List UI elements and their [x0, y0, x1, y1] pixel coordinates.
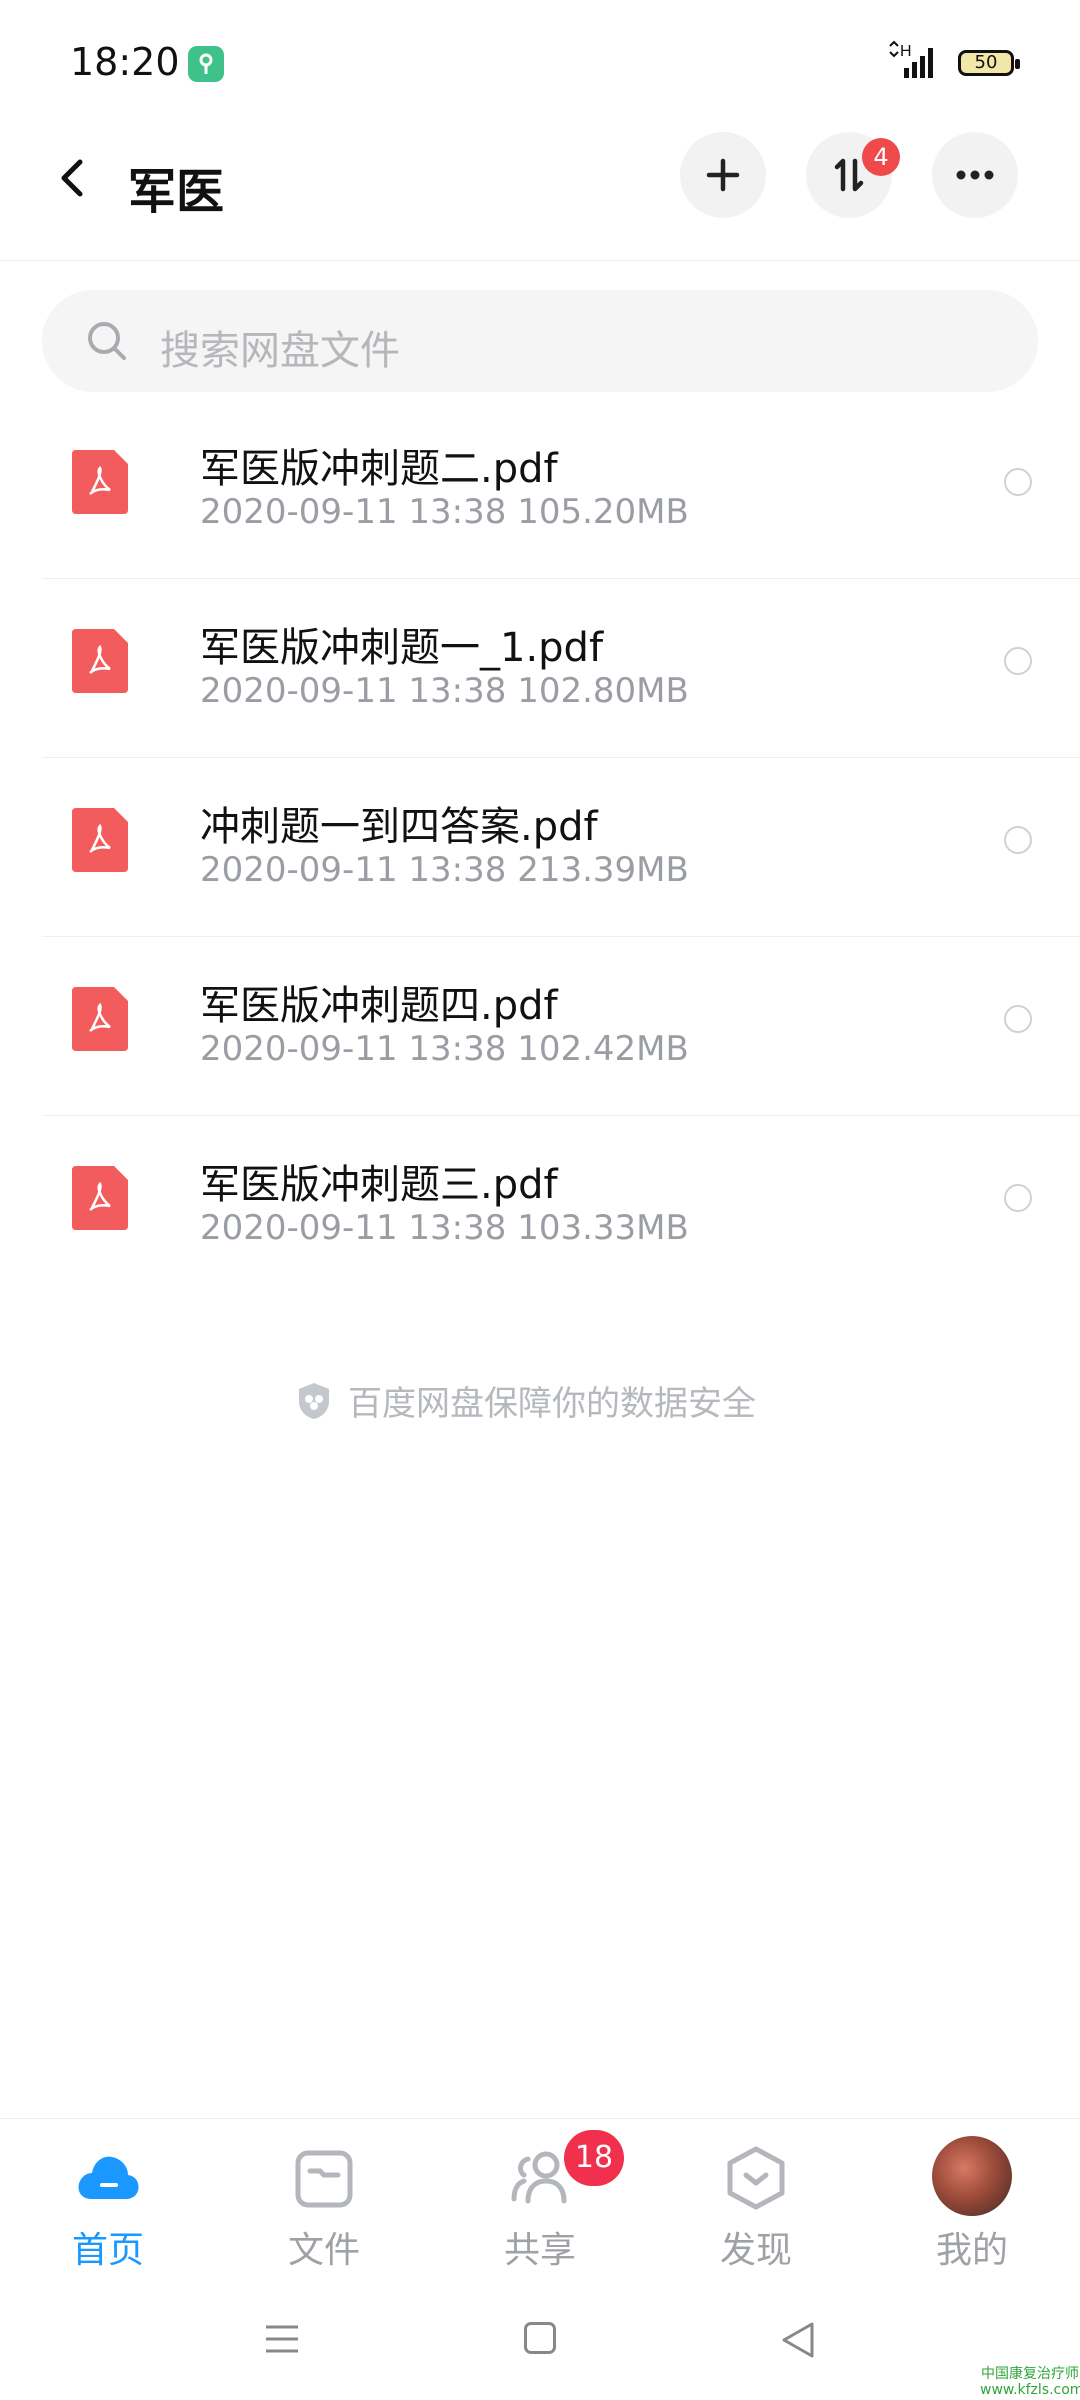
avatar[interactable]	[932, 2136, 1012, 2216]
list-item[interactable]: 军医版冲刺题二.pdf 2020-09-11 13:38 105.20MB	[42, 400, 1080, 579]
back-button[interactable]	[50, 150, 100, 206]
file-meta: 2020-09-11 13:38 102.42MB	[200, 1029, 689, 1069]
shield-icon	[299, 1382, 329, 1419]
file-name: 军医版冲刺题一_1.pdf	[200, 625, 604, 671]
nav-files-label: 文件	[287, 2230, 360, 2271]
transfer-badge: 4	[862, 138, 900, 176]
file-name: 冲刺题一到四答案.pdf	[200, 804, 598, 850]
list-item[interactable]: 军医版冲刺题三.pdf 2020-09-11 13:38 103.33MB	[42, 1116, 1080, 1294]
chevron-left-icon	[61, 159, 83, 197]
nav-home-label: 首页	[71, 2230, 144, 2271]
pdf-icon	[72, 629, 128, 693]
more-button[interactable]	[932, 132, 1018, 218]
back-icon[interactable]	[778, 2320, 818, 2360]
select-checkbox[interactable]	[1004, 647, 1032, 675]
file-meta: 2020-09-11 13:38 213.39MB	[200, 850, 689, 890]
search-icon	[88, 322, 126, 360]
menu-icon[interactable]	[264, 2324, 300, 2354]
status-time: 18:20	[70, 40, 180, 84]
list-item[interactable]: 军医版冲刺题一_1.pdf 2020-09-11 13:38 102.80MB	[42, 579, 1080, 758]
key-icon	[188, 46, 224, 82]
header: 军医	[0, 120, 1080, 261]
system-nav-bar	[0, 2280, 1080, 2400]
file-list: 军医版冲刺题二.pdf 2020-09-11 13:38 105.20MB 军医…	[42, 400, 1080, 1294]
select-checkbox[interactable]	[1004, 468, 1032, 496]
status-bar: 18:20 H 50	[0, 0, 1080, 120]
more-icon	[956, 170, 994, 180]
list-item[interactable]: 冲刺题一到四答案.pdf 2020-09-11 13:38 213.39MB	[42, 758, 1080, 937]
add-button[interactable]	[680, 132, 766, 218]
pdf-icon	[72, 808, 128, 872]
network-type: H	[900, 43, 912, 60]
bottom-nav: 首页 文件 共享 发现 我的	[0, 2118, 1080, 2281]
search-input[interactable]: 搜索网盘文件	[42, 290, 1038, 392]
pdf-icon	[72, 987, 128, 1051]
security-note-text: 百度网盘保障你的数据安全	[348, 1384, 756, 1424]
nav-home[interactable]: 首页	[28, 2145, 188, 2275]
search-placeholder: 搜索网盘文件	[160, 328, 400, 374]
watermark-line2: www.kfzls.com	[980, 2382, 1080, 2398]
file-name: 军医版冲刺题三.pdf	[200, 1162, 558, 1208]
list-item[interactable]: 军医版冲刺题四.pdf 2020-09-11 13:38 102.42MB	[42, 937, 1080, 1116]
nav-mine-label: 我的	[935, 2230, 1008, 2271]
security-note: 百度网盘保障你的数据安全	[296, 1376, 756, 1425]
plus-icon	[706, 158, 740, 192]
file-name: 军医版冲刺题二.pdf	[200, 446, 558, 492]
page-title: 军医	[128, 164, 225, 220]
signal-icon: H	[884, 40, 944, 84]
watermark: 中国康复治疗师 www.kfzls.com	[980, 2366, 1080, 2398]
folder-icon	[295, 2150, 353, 2208]
file-meta: 2020-09-11 13:38 102.80MB	[200, 671, 689, 711]
nav-share-label: 共享	[503, 2230, 576, 2271]
battery-icon: 50	[958, 50, 1020, 76]
cloud-icon	[78, 2156, 139, 2199]
watermark-line1: 中国康复治疗师	[981, 2366, 1079, 2382]
file-meta: 2020-09-11 13:38 103.33MB	[200, 1208, 689, 1248]
discover-icon	[727, 2146, 785, 2210]
nav-discover[interactable]: 发现	[676, 2145, 836, 2275]
select-checkbox[interactable]	[1004, 1184, 1032, 1212]
share-badge: 18	[564, 2130, 624, 2186]
pdf-icon	[72, 1166, 128, 1230]
nav-files[interactable]: 文件	[244, 2145, 404, 2275]
file-meta: 2020-09-11 13:38 105.20MB	[200, 492, 689, 532]
select-checkbox[interactable]	[1004, 1005, 1032, 1033]
home-icon[interactable]	[524, 2322, 556, 2354]
pdf-icon	[72, 450, 128, 514]
select-checkbox[interactable]	[1004, 826, 1032, 854]
nav-discover-label: 发现	[719, 2230, 792, 2271]
file-name: 军医版冲刺题四.pdf	[200, 983, 558, 1029]
